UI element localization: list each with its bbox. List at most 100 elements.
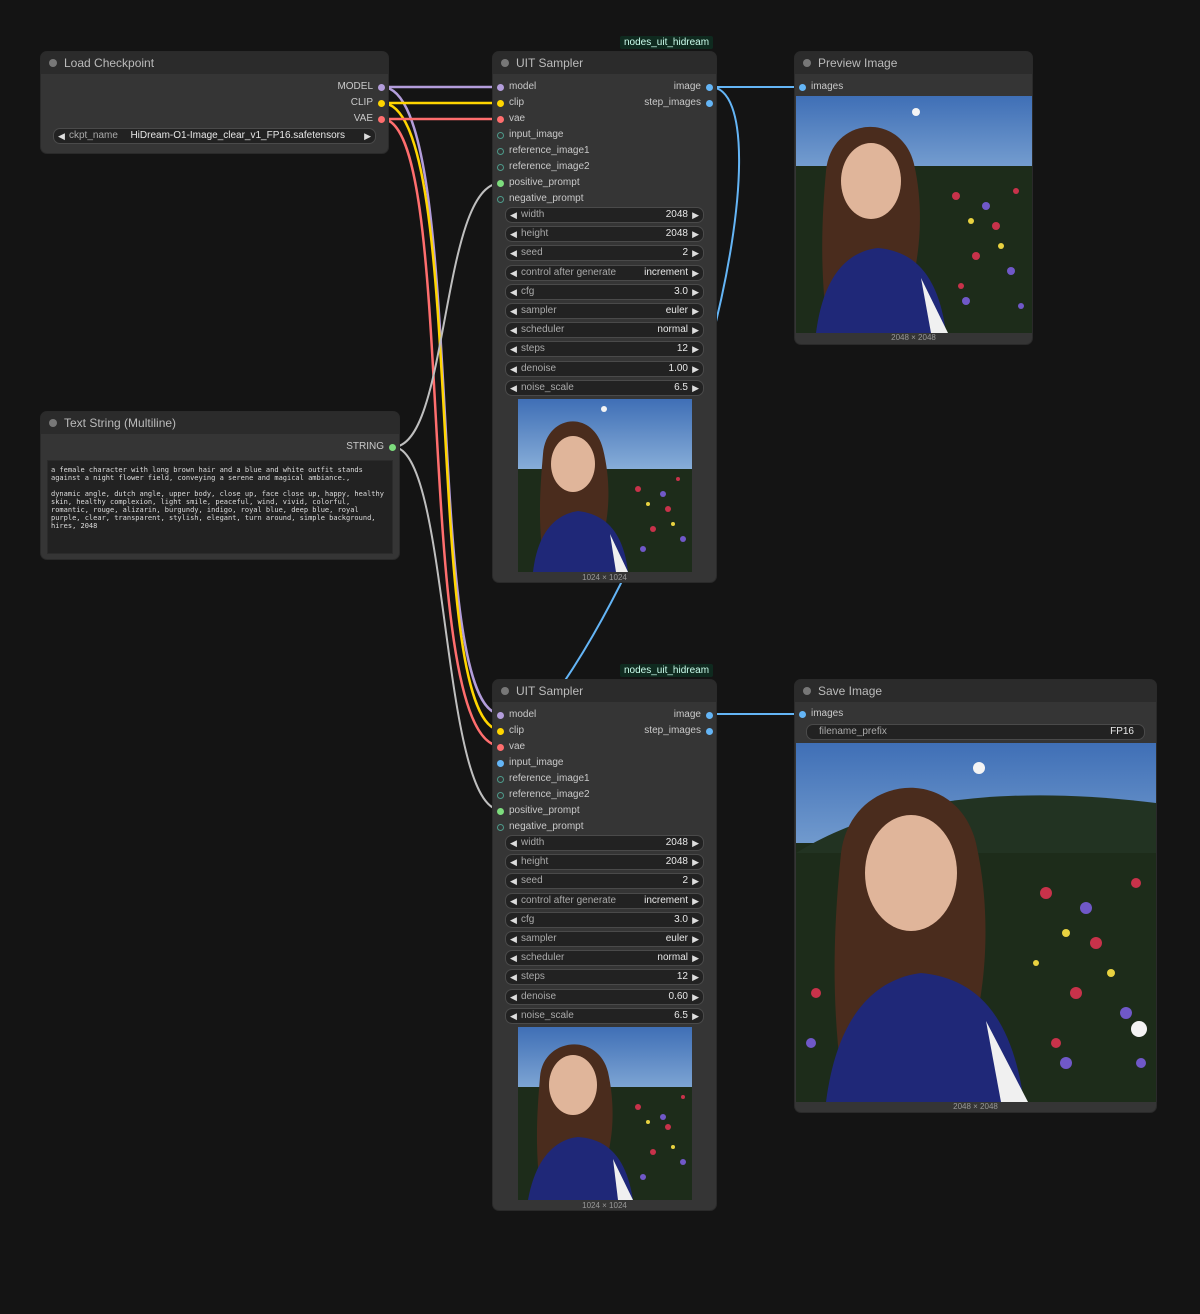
decrement-arrow-icon[interactable]: ◀ — [510, 836, 517, 850]
filename-prefix-field[interactable]: filename_prefix FP16 — [806, 724, 1145, 740]
increment-arrow-icon[interactable]: ▶ — [692, 304, 699, 318]
decrement-arrow-icon[interactable]: ◀ — [58, 129, 65, 143]
widget-width[interactable]: ◀ width 2048 ▶ — [505, 835, 704, 851]
increment-arrow-icon[interactable]: ▶ — [692, 266, 699, 280]
widget-control-after-generate[interactable]: ◀ control after generate increment ▶ — [505, 892, 704, 909]
node-title[interactable]: Load Checkpoint — [41, 52, 388, 74]
collapse-dot-icon[interactable] — [501, 59, 509, 67]
output-slot-vae[interactable] — [378, 116, 385, 123]
decrement-arrow-icon[interactable]: ◀ — [510, 208, 517, 222]
increment-arrow-icon[interactable]: ▶ — [692, 932, 699, 946]
output-slot-image[interactable] — [706, 712, 713, 719]
input-slot-images[interactable] — [799, 84, 806, 91]
decrement-arrow-icon[interactable]: ◀ — [510, 266, 517, 280]
input-slot-model[interactable] — [497, 712, 504, 719]
node-title[interactable]: UIT Sampler — [493, 52, 716, 74]
widget-cfg[interactable]: ◀ cfg 3.0 ▶ — [505, 283, 704, 300]
widget-scheduler[interactable]: ◀ scheduler normal ▶ — [505, 950, 704, 967]
widget-sampler[interactable]: ◀ sampler euler ▶ — [505, 303, 704, 319]
increment-arrow-icon[interactable]: ▶ — [692, 855, 699, 869]
input-slot-reference-image1[interactable] — [497, 148, 504, 155]
input-slot-reference-image2[interactable] — [497, 792, 504, 799]
increment-arrow-icon[interactable]: ▶ — [692, 951, 699, 965]
output-slot-model[interactable] — [378, 84, 385, 91]
input-slot-negative-prompt[interactable] — [497, 196, 504, 203]
decrement-arrow-icon[interactable]: ◀ — [510, 227, 517, 241]
ckpt-name-combo[interactable]: ◀ ckpt_name HiDream-O1-Image_clear_v1_FP… — [53, 128, 376, 144]
collapse-dot-icon[interactable] — [49, 59, 57, 67]
text-string-node[interactable]: Text String (Multiline) STRING a female … — [41, 412, 399, 559]
decrement-arrow-icon[interactable]: ◀ — [510, 894, 517, 908]
decrement-arrow-icon[interactable]: ◀ — [510, 304, 517, 318]
increment-arrow-icon[interactable]: ▶ — [364, 129, 371, 143]
uit-sampler-node-1[interactable]: UIT Sampler model clip vae input_image refer… — [493, 52, 716, 582]
save-image-node[interactable]: Save Image images filename_prefix FP16 2… — [795, 680, 1156, 1112]
output-slot-string[interactable] — [389, 444, 396, 451]
increment-arrow-icon[interactable]: ▶ — [692, 836, 699, 850]
input-slot-reference-image1[interactable] — [497, 776, 504, 783]
decrement-arrow-icon[interactable]: ◀ — [510, 932, 517, 946]
widget-control-after-generate[interactable]: ◀ control after generate increment ▶ — [505, 264, 704, 281]
widget-seed[interactable]: ◀ seed 2 ▶ — [505, 245, 704, 262]
prompt-textarea[interactable]: a female character with long brown hair … — [47, 460, 393, 554]
input-slot-input-image[interactable] — [497, 132, 504, 139]
decrement-arrow-icon[interactable]: ◀ — [510, 874, 517, 888]
widget-steps[interactable]: ◀ steps 12 ▶ — [505, 969, 704, 986]
decrement-arrow-icon[interactable]: ◀ — [510, 285, 517, 299]
decrement-arrow-icon[interactable]: ◀ — [510, 970, 517, 984]
decrement-arrow-icon[interactable]: ◀ — [510, 913, 517, 927]
node-title[interactable]: Save Image — [795, 680, 1156, 702]
decrement-arrow-icon[interactable]: ◀ — [510, 381, 517, 395]
decrement-arrow-icon[interactable]: ◀ — [510, 1009, 517, 1023]
load-checkpoint-node[interactable]: Load Checkpoint MODEL CLIP VAE ◀ ckpt_na… — [41, 52, 388, 153]
widget-noise-scale[interactable]: ◀ noise_scale 6.5 ▶ — [505, 1007, 704, 1024]
input-slot-positive-prompt[interactable] — [497, 808, 504, 815]
increment-arrow-icon[interactable]: ▶ — [692, 381, 699, 395]
decrement-arrow-icon[interactable]: ◀ — [510, 246, 517, 260]
widget-cfg[interactable]: ◀ cfg 3.0 ▶ — [505, 911, 704, 928]
collapse-dot-icon[interactable] — [501, 687, 509, 695]
widget-denoise[interactable]: ◀ denoise 0.60 ▶ — [505, 988, 704, 1005]
increment-arrow-icon[interactable]: ▶ — [692, 246, 699, 260]
input-slot-input-image[interactable] — [497, 760, 504, 767]
decrement-arrow-icon[interactable]: ◀ — [510, 951, 517, 965]
decrement-arrow-icon[interactable]: ◀ — [510, 855, 517, 869]
preview-image-node[interactable]: Preview Image images 2048 × 2048 — [795, 52, 1032, 344]
increment-arrow-icon[interactable]: ▶ — [692, 874, 699, 888]
decrement-arrow-icon[interactable]: ◀ — [510, 342, 517, 356]
input-slot-clip[interactable] — [497, 100, 504, 107]
increment-arrow-icon[interactable]: ▶ — [692, 1009, 699, 1023]
widget-height[interactable]: ◀ height 2048 ▶ — [505, 854, 704, 871]
input-slot-model[interactable] — [497, 84, 504, 91]
widget-seed[interactable]: ◀ seed 2 ▶ — [505, 873, 704, 890]
widget-steps[interactable]: ◀ steps 12 ▶ — [505, 341, 704, 358]
widget-noise-scale[interactable]: ◀ noise_scale 6.5 ▶ — [505, 379, 704, 396]
increment-arrow-icon[interactable]: ▶ — [692, 894, 699, 908]
increment-arrow-icon[interactable]: ▶ — [692, 990, 699, 1004]
increment-arrow-icon[interactable]: ▶ — [692, 970, 699, 984]
node-title[interactable]: UIT Sampler — [493, 680, 716, 702]
output-slot-step-images[interactable] — [706, 100, 713, 107]
collapse-dot-icon[interactable] — [803, 687, 811, 695]
node-title[interactable]: Text String (Multiline) — [41, 412, 399, 434]
widget-height[interactable]: ◀ height 2048 ▶ — [505, 226, 704, 243]
input-slot-positive-prompt[interactable] — [497, 180, 504, 187]
increment-arrow-icon[interactable]: ▶ — [692, 227, 699, 241]
output-slot-clip[interactable] — [378, 100, 385, 107]
collapse-dot-icon[interactable] — [49, 419, 57, 427]
input-slot-vae[interactable] — [497, 116, 504, 123]
increment-arrow-icon[interactable]: ▶ — [692, 323, 699, 337]
widget-sampler[interactable]: ◀ sampler euler ▶ — [505, 931, 704, 947]
increment-arrow-icon[interactable]: ▶ — [692, 342, 699, 356]
input-slot-negative-prompt[interactable] — [497, 824, 504, 831]
decrement-arrow-icon[interactable]: ◀ — [510, 362, 517, 376]
input-slot-images[interactable] — [799, 711, 806, 718]
widget-scheduler[interactable]: ◀ scheduler normal ▶ — [505, 322, 704, 339]
increment-arrow-icon[interactable]: ▶ — [692, 913, 699, 927]
widget-width[interactable]: ◀ width 2048 ▶ — [505, 207, 704, 223]
output-slot-image[interactable] — [706, 84, 713, 91]
input-slot-vae[interactable] — [497, 744, 504, 751]
output-slot-step-images[interactable] — [706, 728, 713, 735]
collapse-dot-icon[interactable] — [803, 59, 811, 67]
uit-sampler-node-2[interactable]: UIT Sampler model clip vae input_image refer… — [493, 680, 716, 1210]
